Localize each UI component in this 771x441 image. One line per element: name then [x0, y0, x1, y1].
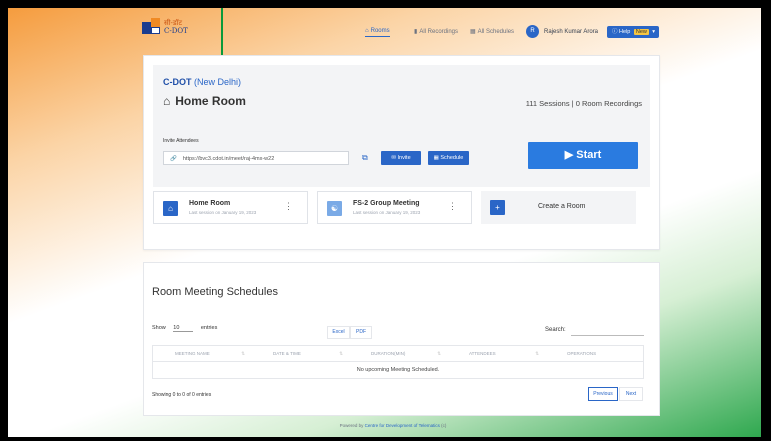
help-button[interactable]: ⓘ Help New ▾ [607, 26, 659, 38]
help-label: Help [619, 29, 631, 35]
column-header-label: MEETING NAME [175, 351, 210, 356]
user-name[interactable]: Rajesh Kumar Arora [544, 29, 598, 35]
nav-all-recordings[interactable]: ▮ All Recordings [414, 28, 458, 35]
help-icon: ⓘ [612, 29, 618, 35]
column-header-label: OPERATIONS [567, 351, 597, 356]
next-page-button[interactable]: Next [619, 387, 643, 401]
invite-button[interactable]: ✉ Invite [381, 151, 421, 165]
page-length-control: Show 10 entries [152, 325, 217, 332]
footer-prefix: Powered by [339, 423, 364, 428]
entries-label: entries [200, 325, 218, 331]
create-room-tile[interactable]: + Create a Room [481, 191, 636, 224]
logo-text-hindi: सी-डॉट [164, 19, 182, 27]
home-icon: ⌂ [365, 28, 369, 34]
session-stats: 111 Sessions | 0 Room Recordings [525, 99, 642, 108]
schedule-button[interactable]: ▦ Schedule [428, 151, 469, 165]
cdot-logo[interactable]: सी-डॉट C-DOT [142, 18, 188, 36]
column-header[interactable]: DURATION(MIN) ⇅ [349, 346, 447, 361]
column-header[interactable]: MEETING NAME ⇅ [153, 346, 251, 361]
show-label: Show [152, 325, 166, 331]
footer-org-link[interactable]: Centre for Development of Telematics [365, 423, 440, 428]
schedules-title: Room Meeting Schedules [152, 286, 278, 298]
home-room-panel: C-DOT (New Delhi) ⌂ Home Room 111 Session… [153, 65, 650, 187]
user-avatar[interactable]: R [526, 25, 539, 38]
page-background: सी-डॉट C-DOT ⌂ Rooms ▮ All Recordings ▦ All… [8, 8, 761, 437]
org-name: C-DOT (New Delhi) [163, 77, 241, 87]
column-header[interactable]: ATTENDEES ⇅ [447, 346, 545, 361]
column-header-label: DURATION(MIN) [371, 351, 406, 356]
nav-all-schedules[interactable]: ▦ All Schedules [470, 28, 514, 35]
calendar-icon: ▦ [433, 155, 439, 161]
link-icon: 🔗 [170, 156, 177, 162]
footer-suffix: (c) [441, 423, 447, 428]
search-input[interactable] [571, 323, 644, 336]
org-label: C-DOT [163, 77, 192, 87]
room-tile-subtitle: Last session on January 19, 2023 [353, 210, 421, 215]
logo-mark-icon [142, 18, 160, 36]
room-tile-title: Home Room [189, 200, 231, 207]
new-badge: New [633, 29, 649, 35]
invite-link-text: https://bvc3.cdot.in/meet/raj-4mx-w22 [182, 156, 275, 162]
home-icon: ⌂ [163, 94, 171, 108]
start-button[interactable]: ▶ Start [528, 142, 638, 169]
kebab-menu-icon[interactable]: ⋮ [284, 201, 293, 212]
calendar-icon: ▦ [470, 29, 476, 35]
top-navbar: सी-डॉट C-DOT ⌂ Rooms ▮ All Recordings ▦ All… [8, 16, 761, 44]
chevron-down-icon: ▾ [652, 29, 655, 35]
sort-icon: ⇅ [339, 351, 343, 356]
room-tile-title: FS-2 Group Meeting [353, 200, 420, 207]
table-empty-row: No upcoming Meeting Scheduled. [152, 362, 644, 379]
sort-icon: ⇅ [437, 351, 441, 356]
create-room-label: Create a Room [538, 203, 586, 210]
room-title-text: Home Room [175, 94, 246, 108]
kebab-menu-icon[interactable]: ⋮ [448, 201, 457, 212]
sort-icon: ⇅ [241, 351, 245, 356]
group-icon: ☯ [327, 201, 342, 216]
pdf-export-button[interactable]: PDF [350, 326, 372, 339]
invite-link-field[interactable]: 🔗 https://bvc3.cdot.in/meet/raj-4mx-w22 [163, 151, 349, 165]
room-tile-subtitle: Last session on January 19, 2023 [189, 210, 257, 215]
column-header[interactable]: OPERATIONS [545, 346, 643, 361]
home-room-card: C-DOT (New Delhi) ⌂ Home Room 111 Session… [143, 55, 660, 250]
plus-icon: + [490, 200, 505, 215]
previous-page-button[interactable]: Previous [588, 387, 618, 401]
sort-icon: ⇅ [535, 351, 539, 356]
logo-text: सी-डॉट C-DOT [164, 19, 188, 35]
schedules-table: MEETING NAME ⇅ DATE & TIME ⇅ DURATION(MIN)… [152, 345, 644, 379]
schedules-card: Room Meeting Schedules Show 10 entries E… [143, 262, 660, 416]
nav-schedules-label: All Schedules [477, 29, 515, 35]
nav-recordings-label: All Recordings [419, 29, 458, 35]
room-tile-home[interactable]: ⌂ Home Room Last session on January 19, … [153, 191, 308, 224]
room-tile-fs2-group[interactable]: ☯ FS-2 Group Meeting Last session on Jan… [317, 191, 472, 224]
play-icon: ▶ [564, 149, 574, 161]
invite-label: Invite Attendees [163, 138, 199, 144]
page-length-select[interactable]: 10 [173, 325, 194, 332]
start-button-label: Start [576, 149, 602, 161]
column-header-label: ATTENDEES [469, 351, 496, 356]
copy-icon[interactable]: ⧉ [362, 153, 368, 163]
invite-button-label: Invite [397, 155, 411, 161]
invite-icon: ✉ [391, 155, 396, 161]
column-header-label: DATE & TIME [273, 351, 301, 356]
video-icon: ▮ [414, 29, 418, 35]
search-label: Search: [545, 327, 566, 333]
home-icon: ⌂ [163, 201, 178, 216]
schedule-button-label: Schedule [440, 155, 464, 161]
entries-info: Showing 0 to 0 of 0 entries [152, 392, 212, 398]
logo-text-english: C-DOT [164, 27, 188, 35]
table-header: MEETING NAME ⇅ DATE & TIME ⇅ DURATION(MIN)… [152, 345, 644, 362]
excel-export-button[interactable]: Excel [327, 326, 350, 339]
footer: Powered by Centre for Development of Tel… [8, 423, 761, 428]
org-city: (New Delhi) [194, 77, 242, 87]
room-title: ⌂ Home Room [163, 94, 246, 108]
column-header[interactable]: DATE & TIME ⇅ [251, 346, 349, 361]
nav-rooms-label: Rooms [370, 28, 390, 34]
nav-rooms[interactable]: ⌂ Rooms [365, 28, 390, 37]
